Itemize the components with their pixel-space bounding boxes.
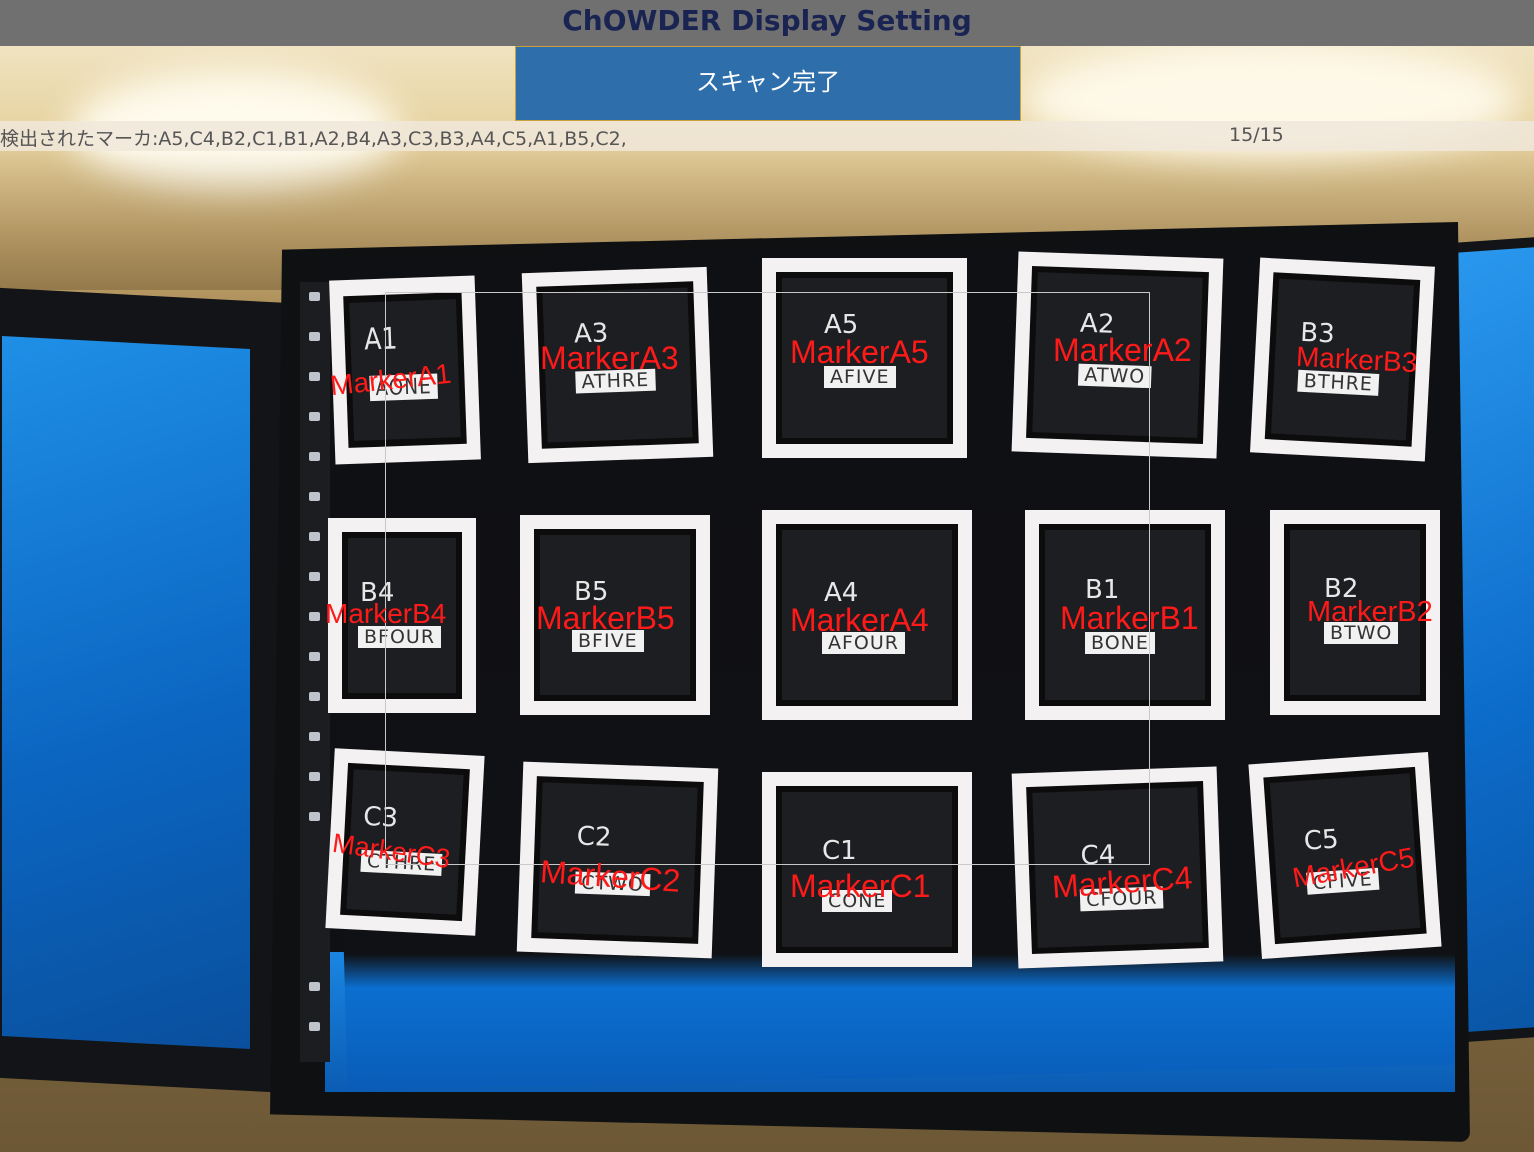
taskbar-icon — [309, 292, 320, 301]
taskbar-icon — [309, 732, 320, 741]
taskbar-icon — [309, 492, 320, 501]
detected-markers-text: 検出されたマーカ:A5,C4,B2,C1,B1,A2,B4,A3,C3,B3,A… — [0, 128, 627, 150]
taskbar-icon — [309, 652, 320, 661]
taskbar-icon — [309, 372, 320, 381]
marker-label: MarkerA2 — [1053, 332, 1192, 368]
taskbar-icon — [309, 772, 320, 781]
camera-feed: A1 AONE A3 ATHRE A5 AFIVE A2 ATWO B3 BTH… — [0, 0, 1534, 1152]
taskbar-icon — [309, 452, 320, 461]
marker-label: MarkerB2 — [1307, 596, 1433, 628]
marker-label: MarkerB3 — [1295, 340, 1419, 379]
taskbar-icon — [309, 332, 320, 341]
scan-complete-button[interactable]: スキャン完了 — [515, 46, 1021, 121]
left-monitor — [0, 286, 290, 1094]
marker-code: C5 — [1302, 824, 1340, 857]
taskbar-icon — [309, 412, 320, 421]
taskbar — [300, 282, 330, 1062]
page-title: ChOWDER Display Setting — [562, 4, 972, 37]
taskbar-icon — [309, 982, 320, 991]
taskbar-icon — [309, 572, 320, 581]
marker-label: MarkerB4 — [325, 598, 447, 629]
detected-count: 15/15 — [1229, 124, 1284, 146]
marker-label: MarkerA3 — [540, 340, 679, 376]
taskbar-icon — [309, 812, 320, 821]
detection-status-bar: 検出されたマーカ:A5,C4,B2,C1,B1,A2,B4,A3,C3,B3,A… — [0, 121, 1534, 151]
taskbar-icon — [309, 692, 320, 701]
scan-area-rectangle — [385, 292, 1150, 865]
taskbar-icon — [309, 1022, 320, 1031]
marker-label: MarkerC1 — [790, 868, 931, 904]
marker-label: MarkerA4 — [790, 602, 929, 638]
left-monitor-screen — [2, 336, 250, 1050]
taskbar-icon — [309, 532, 320, 541]
marker-label: MarkerB1 — [1060, 600, 1199, 636]
marker-label: MarkerA5 — [790, 334, 929, 370]
title-bar: ChOWDER Display Setting — [0, 0, 1534, 46]
marker-label: MarkerB5 — [536, 600, 675, 636]
taskbar-icon — [309, 612, 320, 621]
